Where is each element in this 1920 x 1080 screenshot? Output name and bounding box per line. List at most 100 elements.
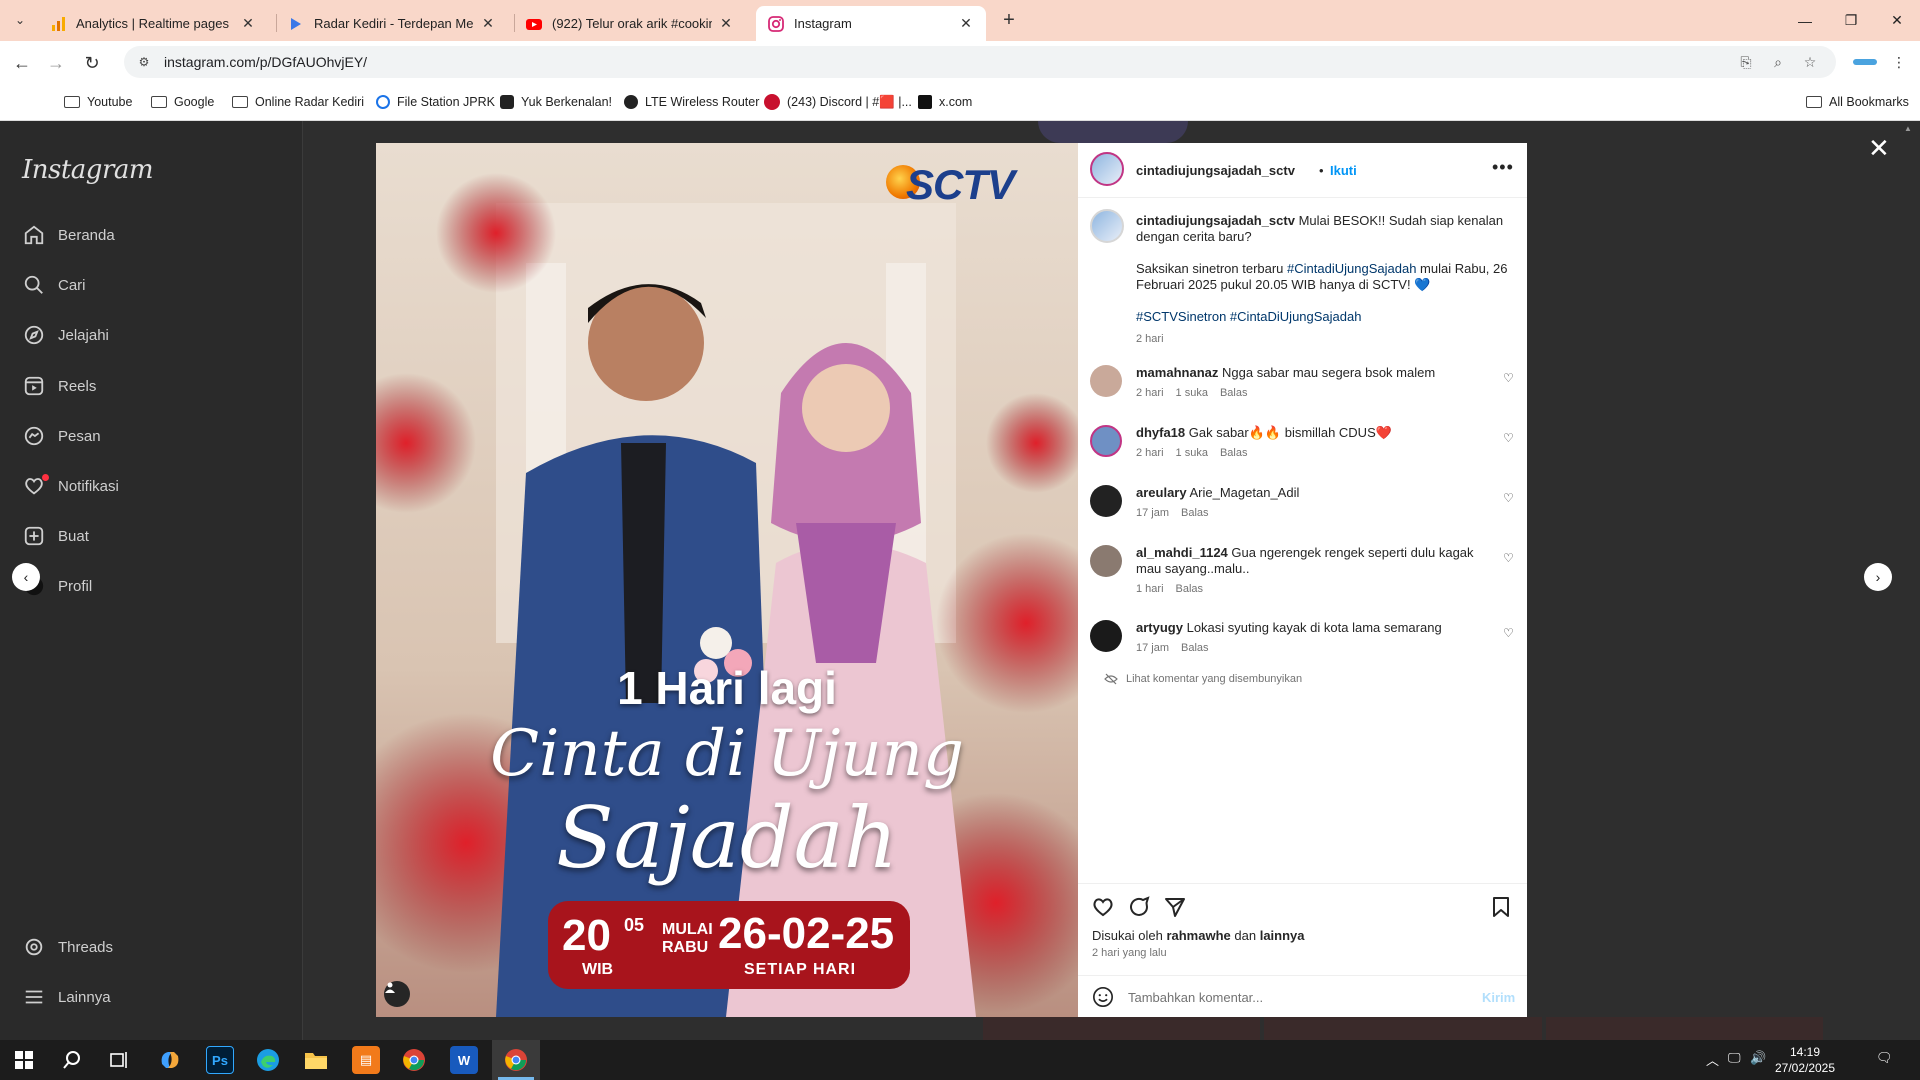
restore-button[interactable]: ❐ [1828,0,1874,41]
view-hidden-comments[interactable]: Lihat komentar yang disembunyikan [1104,673,1302,685]
bookmark-star-icon[interactable]: ☆ [1800,52,1820,72]
nav-cari[interactable]: Cari [22,271,86,299]
url-text[interactable]: instagram.com/p/DGfAUOhvjEY/ [164,54,367,70]
taskbar-word[interactable]: W [450,1046,478,1074]
bookmark-online-radar-kediri[interactable]: Online Radar Kediri [232,92,364,112]
browser-tab-instagram[interactable]: Instagram ✕ [756,6,986,41]
bookmark-file-station[interactable]: File Station JPRK [376,92,495,112]
commenter-username[interactable]: al_mahdi_1124 [1136,545,1228,560]
bookmark-discord[interactable]: (243) Discord | #🟥 |... [764,92,912,112]
like-comment-heart-icon[interactable]: ♡ [1503,431,1514,445]
commenter-avatar[interactable] [1090,485,1122,517]
all-bookmarks-button[interactable]: All Bookmarks [1806,92,1909,112]
close-tab-icon[interactable]: ✕ [958,15,974,32]
like-comment-heart-icon[interactable]: ♡ [1503,626,1514,640]
task-view-button[interactable] [106,1046,134,1074]
taskbar-app-orange[interactable]: ▤ [352,1046,380,1074]
scrollbar-up-arrow[interactable]: ▲ [1904,124,1912,133]
follow-button[interactable]: Ikuti [1330,163,1357,178]
send-comment-button[interactable]: Kirim [1482,990,1515,1005]
nav-buat[interactable]: Buat [22,522,89,550]
caption-hashtag[interactable]: #CintadiUjungSajadah [1287,261,1416,276]
caption-hashtags[interactable]: #SCTVSinetron #CintaDiUjungSajadah [1136,309,1361,324]
start-button[interactable] [10,1046,38,1074]
previous-post-button[interactable]: ‹ [12,563,40,591]
taskbar-copilot[interactable] [156,1046,184,1074]
install-app-icon[interactable]: ⎘ [1736,52,1756,72]
nav-lainnya[interactable]: Lainnya [22,983,111,1011]
liked-by-username[interactable]: rahmawhe [1166,928,1230,943]
like-comment-heart-icon[interactable]: ♡ [1503,491,1514,505]
taskbar-file-explorer[interactable] [302,1046,330,1074]
like-button[interactable] [1090,894,1116,920]
nav-pesan[interactable]: Pesan [22,422,101,450]
new-tab-button[interactable]: + [996,8,1022,34]
close-tab-icon[interactable]: ✕ [718,15,734,32]
zoom-icon[interactable]: ⌕ [1768,52,1788,72]
more-options-icon[interactable]: ••• [1492,157,1514,178]
browser-menu-icon[interactable]: ⋮ [1888,51,1910,73]
commenter-avatar[interactable] [1090,365,1122,397]
caption-username[interactable]: cintadiujungsajadah_sctv [1136,213,1295,228]
comment-button[interactable] [1126,894,1152,920]
like-comment-heart-icon[interactable]: ♡ [1503,371,1514,385]
network-icon[interactable]: 🖵 [1728,1050,1741,1066]
commenter-username[interactable]: areulary [1136,485,1187,500]
like-comment-heart-icon[interactable]: ♡ [1503,551,1514,565]
notification-center-icon[interactable]: 🗨 [1876,1050,1893,1066]
caption-author-avatar[interactable] [1090,209,1124,243]
reload-button[interactable]: ↻ [78,49,106,77]
bookmark-youtube[interactable]: Youtube [64,92,132,112]
next-post-button[interactable]: › [1864,563,1892,591]
share-button[interactable] [1162,894,1188,920]
taskbar-search-button[interactable] [58,1046,86,1074]
comment-likes[interactable]: 1 suka [1176,387,1208,399]
bookmark-x[interactable]: x.com [918,92,972,112]
commenter-username[interactable]: dhyfa18 [1136,425,1185,440]
commenter-username[interactable]: mamahnanaz [1136,365,1218,380]
bookmark-google[interactable]: Google [151,92,214,112]
comment-likes[interactable]: 1 suka [1176,447,1208,459]
nav-beranda[interactable]: Beranda [22,221,115,249]
back-button[interactable]: ← [8,49,36,77]
tagged-users-button[interactable] [384,981,410,1007]
taskbar-clock[interactable]: 14:19 27/02/2025 [1760,1044,1850,1076]
close-modal-button[interactable]: ✕ [1868,133,1890,164]
reply-button[interactable]: Balas [1176,583,1204,595]
close-tab-icon[interactable]: ✕ [240,15,256,32]
reply-button[interactable]: Balas [1181,642,1209,654]
reply-button[interactable]: Balas [1220,387,1248,399]
author-username[interactable]: cintadiujungsajadah_sctv [1136,163,1295,178]
reply-button[interactable]: Balas [1220,447,1248,459]
forward-button[interactable]: → [42,49,70,77]
browser-tab-analytics[interactable]: Analytics | Realtime pages ✕ [38,6,268,41]
instagram-logo[interactable]: Instagram [22,155,154,185]
commenter-username[interactable]: artyugy [1136,620,1183,635]
taskbar-chrome-profile[interactable] [400,1046,428,1074]
nav-notifikasi[interactable]: Notifikasi [22,472,119,500]
emoji-icon[interactable] [1092,986,1114,1008]
nav-reels[interactable]: Reels [22,372,96,400]
save-button[interactable] [1488,894,1514,920]
tab-search-button[interactable]: ⌄ [8,8,32,32]
close-tab-icon[interactable]: ✕ [480,15,496,32]
address-bar[interactable]: ⚙ instagram.com/p/DGfAUOhvjEY/ ⎘ ⌕ ☆ [124,46,1836,78]
close-window-button[interactable]: ✕ [1874,0,1920,41]
taskbar-edge[interactable] [254,1046,282,1074]
reply-button[interactable]: Balas [1181,507,1209,519]
nav-jelajahi[interactable]: Jelajahi [22,321,109,349]
site-info-icon[interactable]: ⚙ [134,55,154,69]
extension-icon[interactable] [1850,51,1880,73]
show-hidden-icons[interactable]: ︿ [1706,1050,1719,1069]
nav-threads[interactable]: Threads [22,933,113,961]
bookmark-yuk-berkenalan[interactable]: Yuk Berkenalan! [500,92,612,112]
liked-by-others[interactable]: lainnya [1260,928,1305,943]
author-avatar[interactable] [1090,152,1124,186]
taskbar-chrome-active[interactable] [502,1046,530,1074]
minimize-button[interactable]: — [1782,0,1828,41]
commenter-avatar[interactable] [1090,425,1122,457]
bookmark-lte-router[interactable]: LTE Wireless Router [624,92,759,112]
commenter-avatar[interactable] [1090,545,1122,577]
post-image[interactable]: SCTV 1 Hari lagi Cinta di Ujung Sajadah … [376,143,1078,1017]
comment-input[interactable] [1128,990,1448,1005]
